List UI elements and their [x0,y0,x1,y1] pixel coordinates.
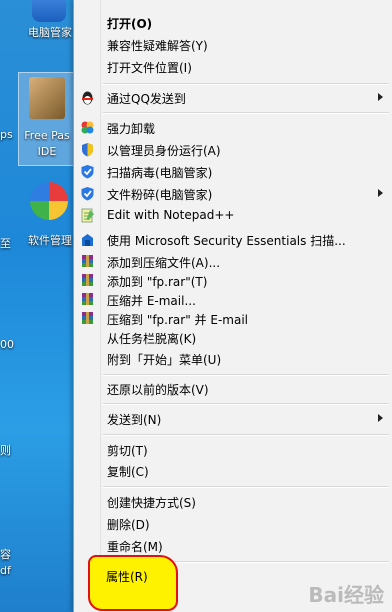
menu-item-label: 属性(R) [106,570,148,584]
menu-separator [103,434,389,436]
winrar-books-icon [80,292,95,307]
menu-separator [103,403,389,405]
notepad-plus-plus-icon [80,208,95,223]
menu-item-label: 重命名(M) [107,540,163,554]
pc-manager-icon [32,0,66,22]
menu-item-label: Edit with Notepad++ [107,208,235,222]
winrar-books-icon [80,273,95,288]
menu-separator [103,486,389,488]
menu-item-label: 附到「开始」菜单(U) [107,353,222,367]
menu-item-compress-fp-email[interactable]: 压缩到 "fp.rar" 并 E-mail [74,308,392,329]
menu-separator [103,112,389,114]
desktop-icon-pc-manager[interactable]: 电脑管家 [24,0,74,42]
menu-item-create-shortcut[interactable]: 创建快捷方式(S) [74,491,392,512]
menu-item-label: 添加到 "fp.rar"(T) [107,275,208,289]
menu-item-compat[interactable]: 兼容性疑难解答(Y) [74,34,392,55]
menu-separator [103,374,389,376]
context-menu: 打开(O) 兼容性疑难解答(Y) 打开文件位置(I) 通过QQ发送到 强力卸载 … [73,0,392,612]
desktop-icon-label-line2: IDE [37,145,57,158]
menu-item-shred[interactable]: 文件粉碎(电脑管家) [74,183,392,204]
menu-item-mse-scan[interactable]: 使用 Microsoft Security Essentials 扫描... [74,229,392,250]
menu-item-cut[interactable]: 剪切(T) [74,439,392,460]
menu-item-open[interactable]: 打开(O) [74,12,392,33]
qq-penguin-icon [80,90,95,105]
menu-item-label: 通过QQ发送到 [107,92,186,106]
menu-item-label: 文件粉碎(电脑管家) [107,188,213,202]
menu-item-label: 删除(D) [107,518,150,532]
menu-item-force-uninstall[interactable]: 强力卸载 [74,117,392,138]
menu-item-label: 兼容性疑难解答(Y) [107,39,208,53]
desktop-icon-label: 电脑管家 [28,26,72,39]
menu-item-compress-email[interactable]: 压缩并 E-mail... [74,289,392,310]
uac-shield-icon [80,142,95,157]
menu-item-unpin-taskbar[interactable]: 从任务栏脱离(K) [74,327,392,348]
menu-item-label: 复制(C) [107,465,149,479]
menu-item-label: 使用 Microsoft Security Essentials 扫描... [107,234,346,248]
menu-item-label: 压缩到 "fp.rar" 并 E-mail [107,313,248,327]
desktop-icon-free-pascal[interactable]: Free Pas IDE [18,72,76,166]
menu-item-label: 压缩并 E-mail... [107,294,196,308]
submenu-arrow-icon [378,189,383,197]
desktop-icon-label: 软件管理 [28,234,72,247]
menu-item-label: 从任务栏脱离(K) [107,332,197,346]
menu-item-label: 创建快捷方式(S) [107,496,196,510]
menu-item-run-as-admin[interactable]: 以管理员身份运行(A) [74,139,392,160]
desktop-edge-text: 00 [0,338,14,351]
menu-item-notepad[interactable]: Edit with Notepad++ [74,205,392,226]
menu-item-label: 添加到压缩文件(A)... [107,256,221,270]
menu-item-scan-virus[interactable]: 扫描病毒(电脑管家) [74,161,392,182]
menu-item-add-fp-rar[interactable]: 添加到 "fp.rar"(T) [74,270,392,291]
winrar-books-icon [80,254,95,269]
menu-item-label: 打开(O) [107,17,153,31]
submenu-arrow-icon [378,93,383,101]
menu-item-label: 还原以前的版本(V) [107,383,209,397]
submenu-arrow-icon [378,414,383,422]
desktop-edge-text: 则 [0,444,11,457]
pc-manager-shield-icon [80,186,95,201]
menu-item-qq-send[interactable]: 通过QQ发送到 [74,87,392,108]
free-pascal-icon [29,77,65,119]
desktop-edge-text: df [0,564,11,577]
desktop-edge-text: ps [0,128,13,141]
colorful-clover-icon [80,120,95,135]
menu-separator [103,83,389,85]
menu-item-label: 剪切(T) [107,444,148,458]
baidu-watermark: Bai经验 [308,583,384,607]
desktop-edge-text: 容 [0,548,11,561]
software-manager-icon [30,182,68,220]
winrar-books-icon [80,311,95,326]
menu-item-label: 以管理员身份运行(A) [107,144,221,158]
menu-item-label: 发送到(N) [107,413,162,427]
menu-item-delete[interactable]: 删除(D) [74,513,392,534]
menu-item-send-to[interactable]: 发送到(N) [74,408,392,429]
menu-item-label: 扫描病毒(电脑管家) [107,166,213,180]
menu-item-restore-versions[interactable]: 还原以前的版本(V) [74,378,392,399]
pc-manager-shield-icon [80,164,95,179]
desktop-icon-label-line1: Free Pas [24,129,70,142]
menu-item-label: 打开文件位置(I) [107,61,192,75]
menu-item-add-archive[interactable]: 添加到压缩文件(A)... [74,251,392,272]
desktop-edge-text: 至 [0,237,11,250]
menu-item-pin-start[interactable]: 附到「开始」菜单(U) [74,348,392,369]
menu-item-copy[interactable]: 复制(C) [74,460,392,481]
menu-item-label: 强力卸载 [107,122,156,136]
security-essentials-icon [80,232,95,247]
menu-item-open-location[interactable]: 打开文件位置(I) [74,56,392,77]
desktop-icon-software-manager[interactable]: 软件管理 [24,182,74,250]
menu-item-rename[interactable]: 重命名(M) [74,535,392,556]
